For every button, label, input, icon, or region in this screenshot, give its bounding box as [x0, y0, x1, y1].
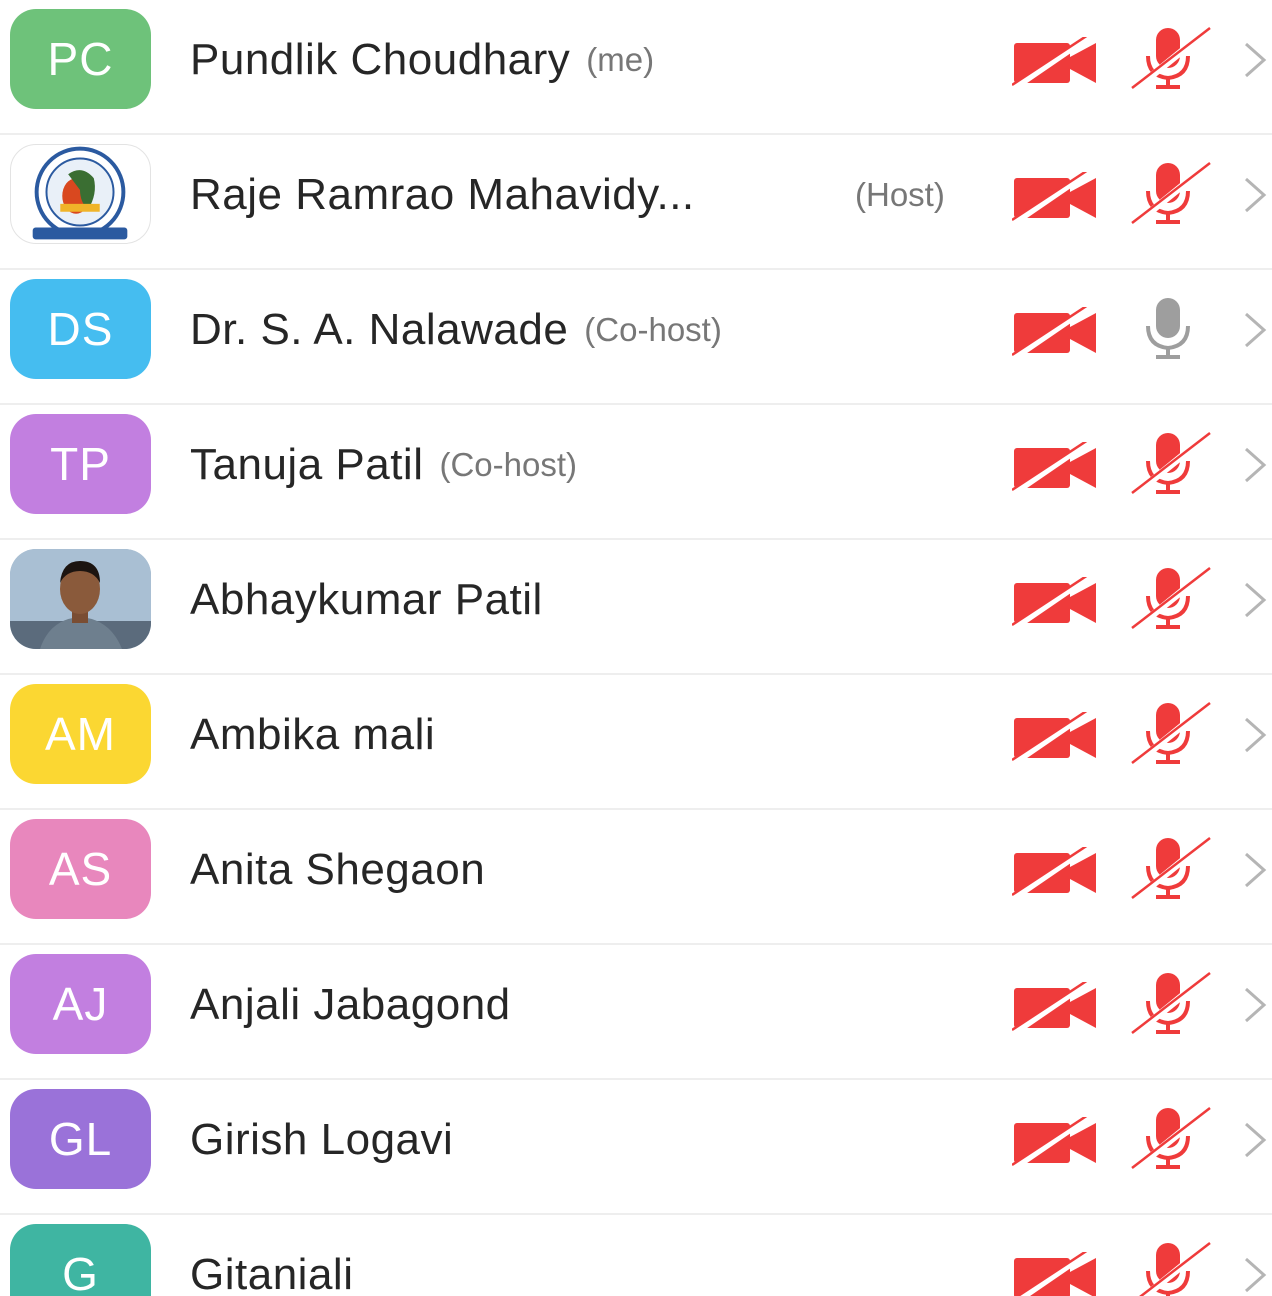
chevron-right-icon[interactable] [1240, 40, 1270, 80]
participant-role-badge: (Co-host) [439, 445, 578, 483]
participant-row[interactable]: TP Tanuja Patil (Co-host) [0, 405, 1272, 540]
participant-row[interactable]: AJ Anjali Jabagond [0, 945, 1272, 1080]
participant-name: Anjali Jabagond [190, 979, 511, 1029]
initials-avatar: AJ [10, 954, 151, 1054]
mic-muted-icon[interactable] [1128, 971, 1212, 1037]
video-off-icon[interactable] [1012, 442, 1098, 492]
participant-name-group: Gitaniali [190, 1215, 353, 1296]
video-off-icon[interactable] [1012, 307, 1098, 357]
chevron-right-icon[interactable] [1240, 175, 1270, 215]
participant-row[interactable]: Raje Ramrao Mahavidy... (Host) [0, 135, 1272, 270]
participant-name-group: Anjali Jabagond [190, 945, 511, 1064]
avatar-initials: PC [47, 33, 114, 85]
participant-name-group: Anita Shegaon [190, 810, 485, 929]
video-off-icon[interactable] [1012, 1252, 1098, 1296]
avatar-initials: GL [48, 1113, 113, 1165]
participant-name: Abhaykumar Patil [190, 574, 543, 624]
participant-name: Gitaniali [190, 1249, 354, 1296]
mic-muted-icon[interactable] [1128, 1106, 1212, 1172]
participant-row[interactable]: DS Dr. S. A. Nalawade (Co-host) [0, 270, 1272, 405]
participant-name: Pundlik Choudhary [190, 34, 571, 84]
participant-role-badge: (me) [586, 40, 655, 78]
initials-avatar: PC [10, 9, 151, 109]
chevron-right-icon[interactable] [1240, 580, 1270, 620]
participant-name-group: Abhaykumar Patil [190, 540, 543, 659]
participant-name: Tanuja Patil [190, 439, 424, 489]
video-off-icon[interactable] [1012, 712, 1098, 762]
mic-muted-icon[interactable] [1128, 566, 1212, 632]
mic-icon[interactable] [1128, 296, 1212, 362]
initials-avatar: AS [10, 819, 151, 919]
mic-muted-icon[interactable] [1128, 161, 1212, 227]
participant-name: Dr. S. A. Nalawade [190, 304, 569, 354]
participant-role-badge: (Co-host) [584, 310, 722, 348]
avatar-initials: G [62, 1248, 99, 1296]
video-off-icon[interactable] [1012, 982, 1098, 1032]
chevron-right-icon[interactable] [1240, 850, 1270, 890]
participant-name-group: Dr. S. A. Nalawade (Co-host) [190, 270, 722, 389]
avatar-initials: AJ [52, 978, 109, 1030]
college-logo-avatar [10, 144, 151, 244]
chevron-right-icon[interactable] [1240, 1255, 1270, 1295]
mic-muted-icon[interactable] [1128, 1241, 1212, 1296]
participant-name-group: Tanuja Patil (Co-host) [190, 405, 577, 524]
video-off-icon[interactable] [1012, 1117, 1098, 1167]
chevron-right-icon[interactable] [1240, 445, 1270, 485]
mic-muted-icon[interactable] [1128, 836, 1212, 902]
video-off-icon[interactable] [1012, 37, 1098, 87]
participant-name: Anita Shegaon [190, 844, 486, 894]
participant-name-group: Ambika mali [190, 675, 435, 794]
mic-muted-icon[interactable] [1128, 431, 1212, 497]
chevron-right-icon[interactable] [1240, 715, 1270, 755]
avatar-initials: AM [45, 708, 116, 760]
participant-name: Ambika mali [190, 709, 436, 759]
avatar-initials: DS [47, 303, 114, 355]
participant-row[interactable]: GL Girish Logavi [0, 1080, 1272, 1215]
participant-name-group: Pundlik Choudhary (me) [190, 0, 654, 119]
video-off-icon[interactable] [1012, 847, 1098, 897]
participant-name-group: Raje Ramrao Mahavidy... [190, 135, 695, 254]
mic-muted-icon[interactable] [1128, 26, 1212, 92]
avatar-initials: AS [48, 843, 113, 895]
profile-photo-avatar [10, 549, 151, 649]
participant-name-group: Girish Logavi [190, 1080, 453, 1199]
initials-avatar: AM [10, 684, 151, 784]
participant-row[interactable]: AM Ambika mali [0, 675, 1272, 810]
chevron-right-icon[interactable] [1240, 1120, 1270, 1160]
participant-row[interactable]: PC Pundlik Choudhary (me) [0, 0, 1272, 135]
initials-avatar: GL [10, 1089, 151, 1189]
participant-name: Raje Ramrao Mahavidy... [190, 169, 695, 219]
participant-row[interactable]: AS Anita Shegaon [0, 810, 1272, 945]
chevron-right-icon[interactable] [1240, 985, 1270, 1025]
video-off-icon[interactable] [1012, 172, 1098, 222]
participant-role-badge: (Host) [855, 175, 945, 213]
avatar-initials: TP [50, 438, 111, 490]
video-off-icon[interactable] [1012, 577, 1098, 627]
chevron-right-icon[interactable] [1240, 310, 1270, 350]
initials-avatar: G [10, 1224, 151, 1296]
participant-row[interactable]: Abhaykumar Patil [0, 540, 1272, 675]
participant-row[interactable]: G Gitaniali [0, 1215, 1272, 1296]
initials-avatar: DS [10, 279, 151, 379]
participant-name: Girish Logavi [190, 1114, 454, 1164]
mic-muted-icon[interactable] [1128, 701, 1212, 767]
participants-list: PC Pundlik Choudhary (me) Raje Ramrao Mahav… [0, 0, 1272, 1296]
initials-avatar: TP [10, 414, 151, 514]
